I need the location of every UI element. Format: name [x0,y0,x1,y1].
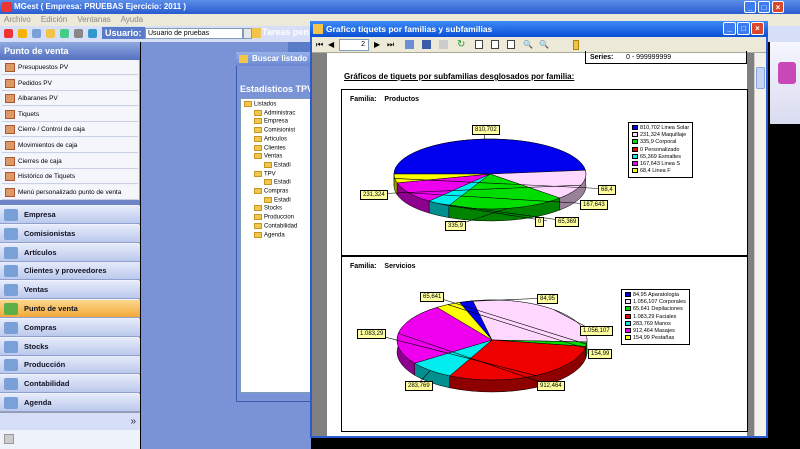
legend-swatch [632,160,638,166]
data-label: 810,702 [472,125,500,135]
legend-label: 1.056,107 Corporales [633,299,686,306]
legend-entry: 912,464 Masajes [625,328,686,335]
data-label: 1.056,107 [580,326,613,336]
legend-entry: 1.056,107 Corporales [625,299,686,306]
legend-entry: 84,95 Aparatologia [625,292,686,299]
pie-chart [368,295,601,393]
data-label: 1.083,29 [357,329,387,339]
legend-label: 65,641 Depilaciones [633,306,683,313]
legend-swatch [625,306,631,312]
legend-entry: 1.083,29 Faciales [625,314,686,321]
data-label: 84,95 [537,294,559,304]
legend-label: 154,99 Pestañas [633,335,675,342]
data-label: 68,4 [598,185,616,195]
legend-label: 84,95 Aparatologia [633,292,679,298]
legend-label: 1.083,29 Faciales [633,313,677,320]
data-label: 912,464 [537,381,565,391]
legend-entry: 335,9 Corporal [632,139,689,146]
data-label: 154,99 [588,349,613,359]
pie-charts-svg [368,128,611,393]
data-label: 65,369 [555,217,580,227]
data-label: 65,641 [420,292,445,302]
pie-slice-linea-solar [393,138,586,175]
legend-entry: 68,4 Linea F [632,168,689,175]
pie-slice-corporales [472,299,588,343]
legend-entry: 65,641 Depilaciones [625,306,686,313]
legend-swatch [625,335,631,341]
legend-entry: 65,369 Esmaltes [632,154,689,161]
chart-legend: 84,95 Aparatologia 1.056,107 Corporales 65… [621,289,690,346]
legend-swatch [625,292,631,298]
legend-entry: 231,324 Maquillaje [632,132,689,139]
legend-entry: 154,99 Pestañas [625,335,686,342]
chart-legend: 810,702 Linea Solar 231,324 Maquillaje 335… [628,122,694,179]
legend-label: 231,324 Maquillaje [640,132,687,139]
legend-swatch [625,313,631,319]
legend-label: 167,643 Linea S [640,160,681,167]
legend-label: 0 Personalizado [640,146,680,153]
legend-swatch [632,132,638,138]
legend-label: 912,464 Masajes [633,327,675,334]
pie-chart [371,128,611,226]
legend-entry: 167,643 Linea S [632,161,689,168]
legend-label: 335,9 Corporal [640,139,677,146]
legend-entry: 0 Personalizado [632,147,689,154]
legend-swatch [632,168,638,174]
legend-swatch [632,139,638,145]
legend-label: 65,369 Esmaltes [640,153,681,160]
legend-swatch [625,299,631,305]
legend-entry: 810,702 Linea Solar [632,125,689,132]
legend-label: 68,4 Linea F [640,168,671,175]
legend-swatch [625,320,631,326]
legend-swatch [632,146,638,152]
legend-swatch [632,125,638,131]
data-label: 0 [535,217,545,227]
legend-entry: 283,769 Manos [625,321,686,328]
data-label: 335,9 [445,221,467,231]
data-label: 231,324 [360,190,388,200]
legend-swatch [625,327,631,333]
legend-label: 810,702 Linea Solar [640,125,690,131]
data-label: 283,769 [405,381,433,391]
legend-label: 283,769 Manos [633,320,671,327]
legend-swatch [632,153,638,159]
data-label: 167,643 [580,200,608,210]
